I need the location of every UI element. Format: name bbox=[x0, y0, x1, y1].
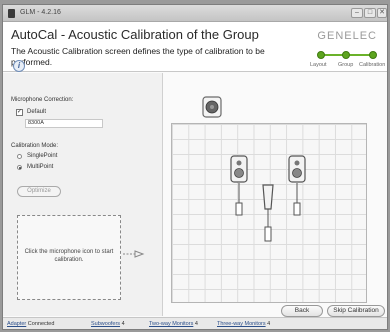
back-button[interactable]: Back bbox=[281, 305, 323, 317]
multipoint-label: MultiPoint bbox=[27, 164, 54, 170]
subwoofer-icon[interactable] bbox=[202, 96, 222, 118]
status-two-way: Two-way Monitors 4 bbox=[149, 318, 198, 329]
info-icon[interactable]: i bbox=[13, 60, 25, 72]
step-label-group: Group bbox=[338, 62, 354, 68]
optimize-button[interactable]: Optimize bbox=[17, 186, 61, 197]
speaker-right-icon[interactable] bbox=[286, 155, 308, 219]
three-way-link[interactable]: Three-way Monitors bbox=[217, 321, 266, 327]
mic-instruction-text: Click the microphone icon to start calib… bbox=[24, 249, 114, 263]
window-title: GLM - 4.2.16 bbox=[20, 9, 61, 16]
step-dot-calibration bbox=[369, 51, 377, 59]
skip-calibration-button[interactable]: Skip Calibration bbox=[327, 305, 385, 317]
calibration-mode-heading: Calibration Mode: bbox=[11, 143, 59, 149]
page-description: The Acoustic Calibration screen defines … bbox=[11, 46, 265, 67]
subwoofers-link[interactable]: Subwoofers bbox=[91, 321, 120, 327]
subwoofers-value: 4 bbox=[121, 321, 125, 327]
page-header: AutoCal - Acoustic Calibration of the Gr… bbox=[3, 22, 387, 72]
mic-serial-input[interactable]: 8300A bbox=[25, 119, 103, 128]
two-way-value: 4 bbox=[194, 321, 198, 327]
two-way-link[interactable]: Two-way Monitors bbox=[149, 321, 193, 327]
app-icon bbox=[8, 9, 15, 18]
maximize-button[interactable]: □ bbox=[364, 8, 376, 18]
page-title: AutoCal - Acoustic Calibration of the Gr… bbox=[11, 27, 259, 42]
step-label-layout: Layout bbox=[310, 62, 327, 68]
minimize-button[interactable]: – bbox=[351, 8, 363, 18]
adapter-value: Connected bbox=[27, 321, 55, 327]
mic-correction-heading: Microphone Correction: bbox=[11, 97, 74, 103]
multipoint-radio[interactable] bbox=[17, 165, 22, 170]
default-checkbox[interactable]: ✓ bbox=[16, 109, 23, 116]
status-subwoofers: Subwoofers 4 bbox=[91, 318, 125, 329]
three-way-value: 4 bbox=[267, 321, 271, 327]
singlepoint-radio[interactable] bbox=[17, 154, 22, 159]
status-bar: Adapter Connected Subwoofers 4 Two-way M… bbox=[3, 317, 387, 329]
close-button[interactable]: ✕ bbox=[377, 8, 387, 18]
default-label: Default bbox=[27, 109, 47, 115]
step-dot-group bbox=[342, 51, 350, 59]
singlepoint-label: SinglePoint bbox=[27, 153, 58, 159]
brand-logo: GENELEC bbox=[317, 30, 377, 42]
arrow-icon bbox=[123, 250, 145, 258]
step-label-calibration: Calibration bbox=[359, 62, 386, 68]
status-adapter: Adapter Connected bbox=[7, 318, 55, 329]
adapter-link[interactable]: Adapter bbox=[7, 321, 26, 327]
speaker-left-icon[interactable] bbox=[228, 155, 250, 219]
speaker-center-icon[interactable] bbox=[258, 183, 278, 245]
title-bar: GLM - 4.2.16 – □ ✕ bbox=[3, 5, 387, 22]
app-window: GLM - 4.2.16 – □ ✕ AutoCal - Acoustic Ca… bbox=[2, 4, 388, 330]
status-three-way: Three-way Monitors 4 bbox=[217, 318, 271, 329]
step-dot-layout bbox=[317, 51, 325, 59]
